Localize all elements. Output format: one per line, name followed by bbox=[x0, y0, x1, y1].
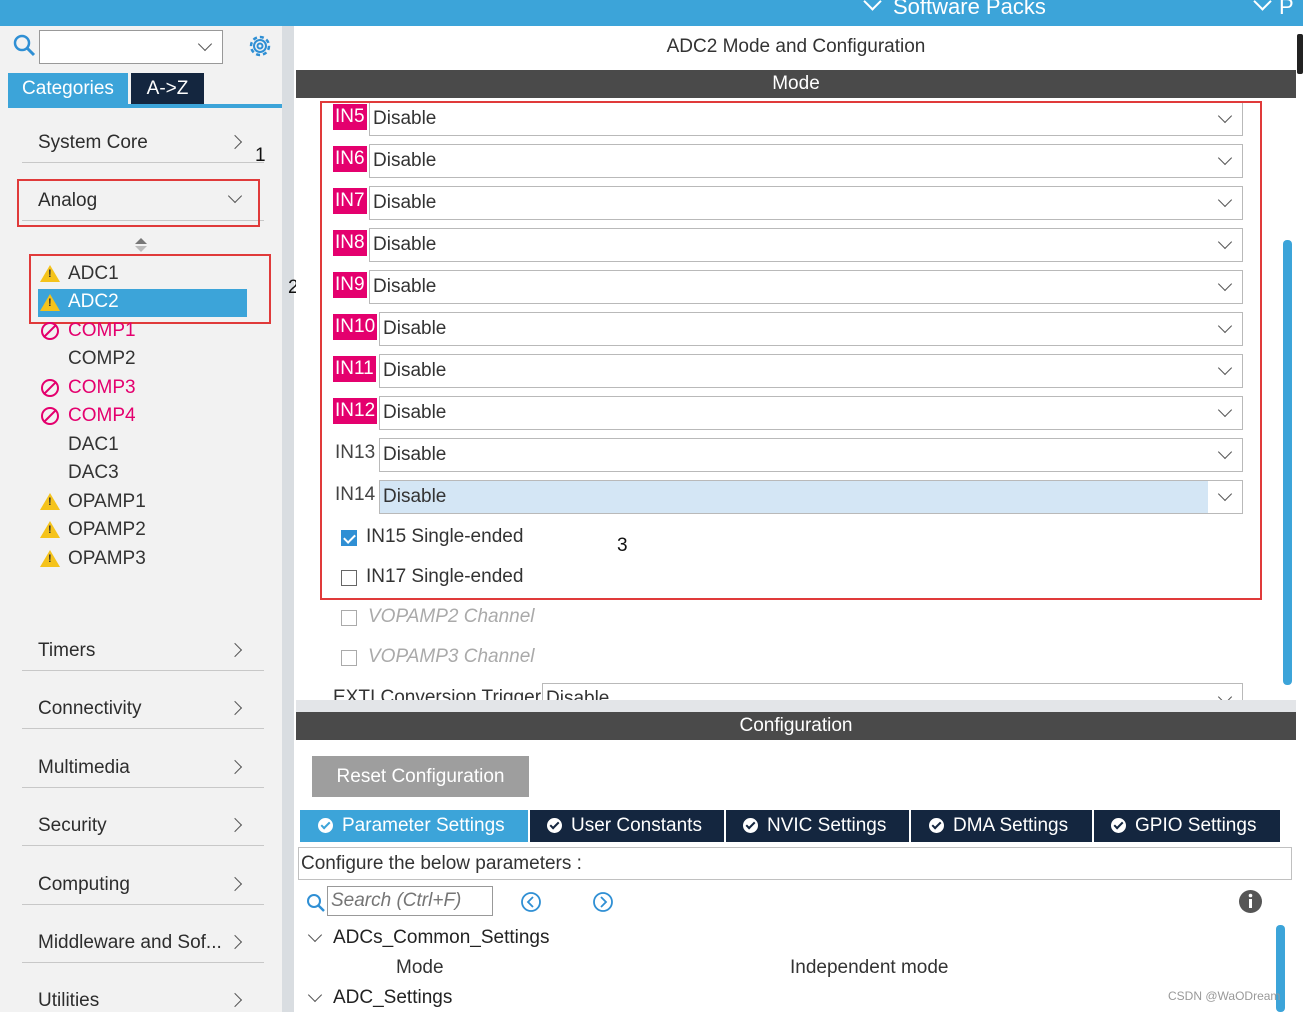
tab-a-z[interactable]: A->Z bbox=[131, 73, 204, 104]
category-middleware[interactable]: Middleware and Sof... bbox=[22, 924, 264, 963]
unavailable-icon bbox=[41, 407, 59, 425]
chevron-right-icon bbox=[227, 992, 243, 1008]
check-circle-icon bbox=[547, 818, 562, 833]
chevron-down-icon bbox=[1253, 0, 1272, 11]
previous-icon[interactable] bbox=[520, 891, 542, 913]
tree-param-mode-label[interactable]: Mode bbox=[396, 957, 444, 979]
chevron-down-icon bbox=[1217, 689, 1233, 700]
gear-icon[interactable] bbox=[247, 33, 273, 59]
tree-group-adc-settings[interactable]: ADC_Settings bbox=[333, 987, 452, 1009]
page-title: ADC2 Mode and Configuration bbox=[666, 36, 926, 57]
category-connectivity[interactable]: Connectivity bbox=[22, 690, 264, 729]
tab-gpio-settings[interactable]: GPIO Settings bbox=[1094, 810, 1280, 842]
category-system-core[interactable]: System Core bbox=[22, 124, 264, 163]
reset-configuration-button[interactable]: Reset Configuration bbox=[312, 756, 529, 797]
component-opamp2[interactable]: OPAMP2 bbox=[38, 517, 248, 543]
chevron-right-icon bbox=[227, 700, 243, 716]
mode-header: Mode bbox=[296, 70, 1296, 98]
check-circle-icon bbox=[929, 818, 944, 833]
warning-icon bbox=[40, 521, 60, 538]
checkbox-disabled-icon bbox=[341, 610, 357, 626]
search-input[interactable] bbox=[42, 33, 186, 61]
warning-icon bbox=[40, 493, 60, 510]
annotation-box-2 bbox=[29, 254, 271, 324]
check-circle-icon bbox=[1111, 818, 1126, 833]
category-timers[interactable]: Timers bbox=[22, 632, 264, 671]
annotation-box-1 bbox=[17, 179, 260, 227]
category-computing[interactable]: Computing bbox=[22, 866, 264, 905]
check-circle-icon bbox=[318, 818, 333, 833]
annotation-number-3: 3 bbox=[617, 535, 628, 556]
category-label: System Core bbox=[38, 132, 148, 153]
component-comp3[interactable]: COMP3 bbox=[38, 375, 248, 401]
component-dac3[interactable]: DAC3 bbox=[38, 460, 248, 486]
component-comp1[interactable]: COMP1 bbox=[38, 318, 248, 344]
checkbox-vopamp3: VOPAMP3 Channel bbox=[341, 646, 641, 670]
pinout-menu[interactable]: P bbox=[1253, 0, 1294, 20]
main-header: ADC2 Mode and Configuration bbox=[296, 26, 1296, 70]
chevron-right-icon bbox=[227, 642, 243, 658]
sort-icon[interactable] bbox=[135, 238, 147, 252]
category-utilities[interactable]: Utilities bbox=[22, 982, 264, 1020]
right-edge bbox=[1296, 26, 1303, 1012]
component-comp2[interactable]: COMP2 bbox=[38, 346, 248, 372]
tab-user-constants[interactable]: User Constants bbox=[530, 810, 724, 842]
chevron-down-icon[interactable] bbox=[197, 36, 213, 52]
category-multimedia[interactable]: Multimedia bbox=[22, 749, 264, 788]
panel-splitter[interactable] bbox=[282, 26, 294, 1012]
unavailable-icon bbox=[41, 322, 59, 340]
search-icon[interactable] bbox=[13, 34, 37, 58]
component-dac1[interactable]: DAC1 bbox=[38, 432, 248, 458]
tab-dma-settings[interactable]: DMA Settings bbox=[911, 810, 1092, 842]
exti-row: EXTI Conversion Trigger Disable bbox=[333, 682, 1243, 700]
checkbox-vopamp2: VOPAMP2 Channel bbox=[341, 606, 641, 630]
tab-categories[interactable]: Categories bbox=[8, 73, 128, 104]
right-edge-handle[interactable] bbox=[1297, 34, 1303, 74]
top-bar: Software Packs P bbox=[0, 0, 1303, 26]
tab-nvic-settings[interactable]: NVIC Settings bbox=[726, 810, 909, 842]
check-circle-icon bbox=[743, 818, 758, 833]
configuration-header: Configuration bbox=[296, 712, 1296, 740]
unavailable-icon bbox=[41, 379, 59, 397]
exti-select[interactable]: Disable bbox=[542, 683, 1243, 700]
tab-underline bbox=[8, 104, 282, 108]
annotation-box-3 bbox=[320, 101, 1262, 600]
tree-group-adcs-common-settings[interactable]: ADCs_Common_Settings bbox=[333, 927, 549, 949]
tab-parameter-settings[interactable]: Parameter Settings bbox=[300, 810, 528, 842]
parameter-search-input[interactable] bbox=[327, 886, 493, 916]
annotation-number-1: 1 bbox=[255, 145, 266, 166]
mode-scrollbar[interactable] bbox=[1283, 240, 1292, 685]
software-packs-menu[interactable]: Software Packs bbox=[863, 0, 1046, 20]
component-opamp3[interactable]: OPAMP3 bbox=[38, 546, 248, 572]
section-splitter[interactable] bbox=[296, 700, 1296, 712]
chevron-right-icon bbox=[227, 134, 243, 150]
category-security[interactable]: Security bbox=[22, 807, 264, 846]
tree-param-mode-value[interactable]: Independent mode bbox=[790, 957, 948, 979]
warning-icon bbox=[40, 550, 60, 567]
configure-info-box: Configure the below parameters : bbox=[298, 847, 1292, 880]
checkbox-disabled-icon bbox=[341, 650, 357, 666]
info-icon[interactable] bbox=[1238, 889, 1263, 914]
chevron-down-icon bbox=[863, 0, 882, 11]
chevron-right-icon bbox=[227, 759, 243, 775]
chevron-right-icon bbox=[227, 934, 243, 950]
chevron-right-icon bbox=[227, 817, 243, 833]
chevron-right-icon bbox=[227, 876, 243, 892]
search-combo[interactable] bbox=[39, 30, 223, 64]
component-comp4[interactable]: COMP4 bbox=[38, 403, 248, 429]
search-icon[interactable] bbox=[306, 893, 326, 913]
next-icon[interactable] bbox=[592, 891, 614, 913]
watermark: CSDN @WaODream bbox=[1168, 989, 1281, 1003]
component-opamp1[interactable]: OPAMP1 bbox=[38, 489, 248, 515]
